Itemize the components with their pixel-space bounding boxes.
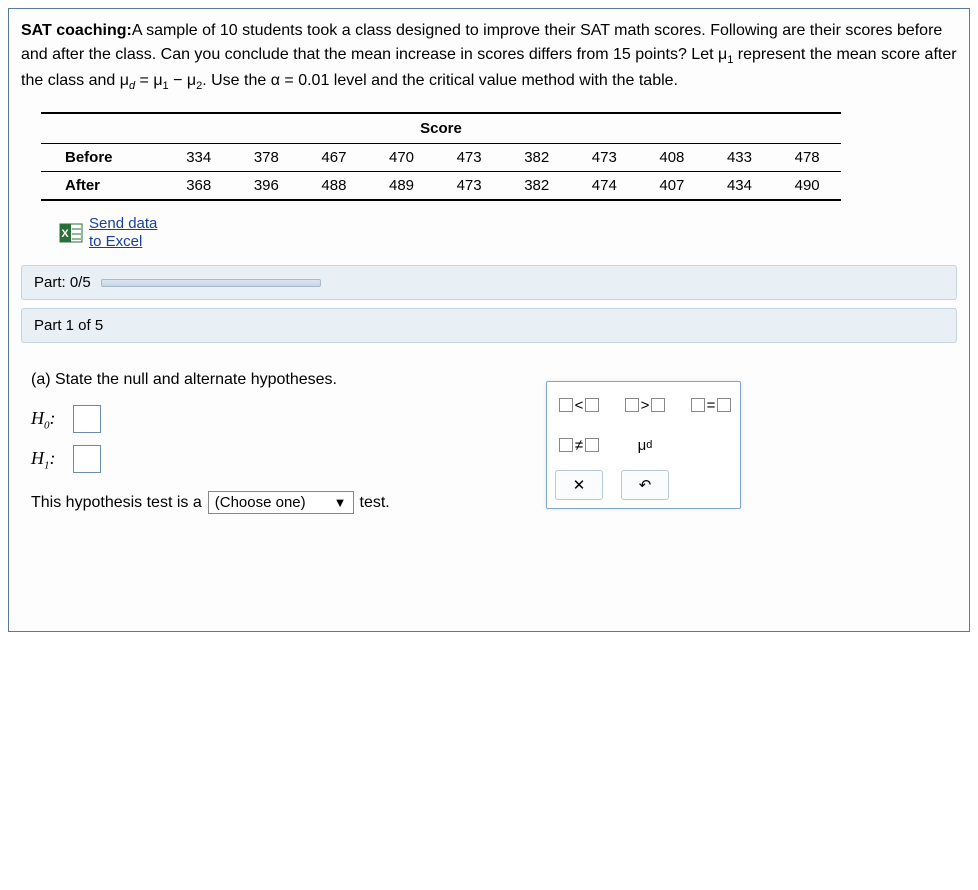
palette-equals[interactable]: =	[687, 390, 735, 420]
progress-label: Part: 0/5	[34, 274, 91, 291]
palette-clear-button[interactable]: ✕	[555, 470, 603, 500]
question-a-text: (a) State the null and alternate hypothe…	[31, 371, 947, 389]
palette-less-than[interactable]: <	[555, 390, 603, 420]
h1-input[interactable]	[73, 445, 101, 473]
score-table: Score Before 334 378 467 470 473 382 473…	[41, 112, 841, 201]
close-icon: ✕	[573, 476, 586, 494]
chevron-down-icon: ▼	[334, 495, 347, 510]
send-data-link[interactable]: Send data to Excel	[89, 215, 157, 251]
send-data-link-group: X Send data to Excel	[59, 215, 957, 251]
progress-bar: Part: 0/5	[21, 265, 957, 300]
problem-title: SAT coaching:	[21, 22, 132, 39]
symbol-palette: < > = ≠ μd ✕ ↶	[546, 381, 741, 509]
palette-mu-d[interactable]: μd	[621, 430, 669, 460]
table-row: Before 334 378 467 470 473 382 473 408 4…	[41, 144, 841, 172]
h0-input[interactable]	[73, 405, 101, 433]
table-row: After 368 396 488 489 473 382 474 407 43…	[41, 172, 841, 201]
palette-undo-button[interactable]: ↶	[621, 470, 669, 500]
test-type-sentence: This hypothesis test is a (Choose one) ▼…	[31, 491, 947, 514]
progress-track	[101, 279, 321, 287]
score-table-wrap: Score Before 334 378 467 470 473 382 473…	[41, 112, 937, 201]
h0-row: H0:	[31, 405, 947, 433]
h1-row: H1:	[31, 445, 947, 473]
excel-icon: X	[59, 221, 83, 245]
problem-statement: SAT coaching:A sample of 10 students too…	[21, 19, 957, 94]
test-type-dropdown[interactable]: (Choose one) ▼	[208, 491, 354, 514]
palette-not-equal[interactable]: ≠	[555, 430, 603, 460]
h1-label: H1:	[31, 448, 65, 472]
svg-text:X: X	[61, 228, 69, 240]
part-header: Part 1 of 5	[21, 308, 957, 343]
palette-greater-than[interactable]: >	[621, 390, 669, 420]
problem-container: SAT coaching:A sample of 10 students too…	[8, 8, 970, 632]
question-body: (a) State the null and alternate hypothe…	[21, 351, 957, 611]
h0-label: H0:	[31, 408, 65, 432]
undo-icon: ↶	[639, 476, 652, 494]
score-header: Score	[41, 113, 841, 144]
